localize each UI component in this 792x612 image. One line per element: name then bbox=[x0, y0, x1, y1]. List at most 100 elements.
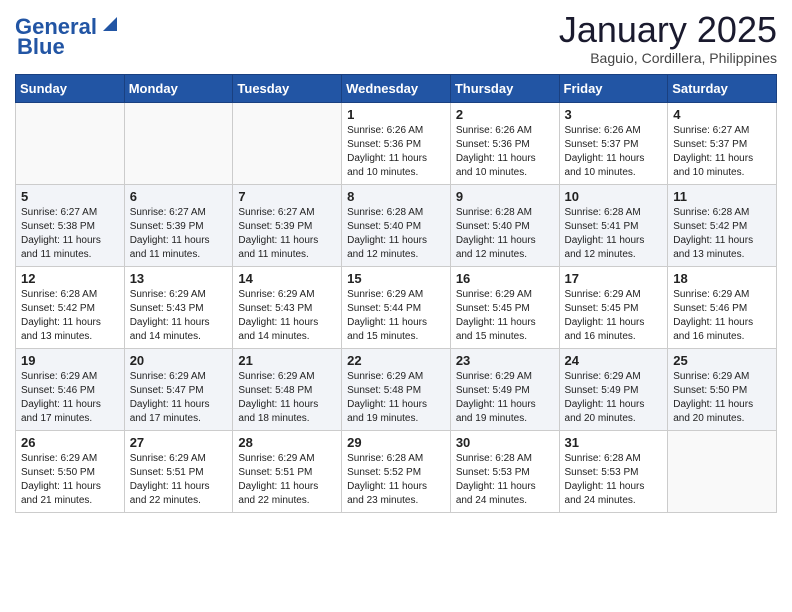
day-cell-7: 7Sunrise: 6:27 AM Sunset: 5:39 PM Daylig… bbox=[233, 184, 342, 266]
day-number: 6 bbox=[130, 189, 228, 204]
day-number: 2 bbox=[456, 107, 554, 122]
day-number: 25 bbox=[673, 353, 771, 368]
day-cell-17: 17Sunrise: 6:29 AM Sunset: 5:45 PM Dayli… bbox=[559, 266, 668, 348]
day-info: Sunrise: 6:28 AM Sunset: 5:40 PM Dayligh… bbox=[456, 206, 554, 262]
day-cell-19: 19 Sunrise: 6:29 AM Sunset: 5:46 PM Dayli… bbox=[16, 348, 125, 430]
day-cell-27: 27Sunrise: 6:29 AM Sunset: 5:51 PM Dayli… bbox=[124, 430, 233, 512]
day-cell-6: 6 Sunrise: 6:27 AM Sunset: 5:39 PM Daylig… bbox=[124, 184, 233, 266]
day-header-wednesday: Wednesday bbox=[342, 74, 451, 102]
calendar-week-4: 19 Sunrise: 6:29 AM Sunset: 5:46 PM Dayli… bbox=[16, 348, 777, 430]
day-number: 28 bbox=[238, 435, 336, 450]
day-info: Sunrise: 6:29 AM Sunset: 5:43 PM Dayligh… bbox=[238, 288, 336, 344]
day-cell-22: 22 Sunrise: 6:29 AM Sunset: 5:48 PM Dayli… bbox=[342, 348, 451, 430]
calendar-week-2: 5 Sunrise: 6:27 AM Sunset: 5:38 PM Daylig… bbox=[16, 184, 777, 266]
day-cell-3: 3 Sunrise: 6:26 AM Sunset: 5:37 PM Daylig… bbox=[559, 102, 668, 184]
day-number: 14 bbox=[238, 271, 336, 286]
day-number: 18 bbox=[673, 271, 771, 286]
day-info: Sunrise: 6:29 AM Sunset: 5:48 PM Dayligh… bbox=[238, 370, 336, 426]
calendar-week-3: 12 Sunrise: 6:28 AM Sunset: 5:42 PM Dayli… bbox=[16, 266, 777, 348]
day-cell-23: 23 Sunrise: 6:29 AM Sunset: 5:49 PM Dayli… bbox=[450, 348, 559, 430]
logo: General Blue bbox=[15, 15, 121, 59]
day-cell-29: 29 Sunrise: 6:28 AM Sunset: 5:52 PM Dayli… bbox=[342, 430, 451, 512]
day-info: Sunrise: 6:29 AM Sunset: 5:45 PM Dayligh… bbox=[565, 288, 663, 344]
day-info: Sunrise: 6:29 AM Sunset: 5:50 PM Dayligh… bbox=[673, 370, 771, 426]
day-number: 4 bbox=[673, 107, 771, 122]
calendar-header-row: SundayMondayTuesdayWednesdayThursdayFrid… bbox=[16, 74, 777, 102]
day-number: 30 bbox=[456, 435, 554, 450]
day-info: Sunrise: 6:29 AM Sunset: 5:47 PM Dayligh… bbox=[130, 370, 228, 426]
day-number: 8 bbox=[347, 189, 445, 204]
day-info: Sunrise: 6:28 AM Sunset: 5:41 PM Dayligh… bbox=[565, 206, 663, 262]
day-cell-12: 12 Sunrise: 6:28 AM Sunset: 5:42 PM Dayli… bbox=[16, 266, 125, 348]
day-number: 24 bbox=[565, 353, 663, 368]
day-info: Sunrise: 6:29 AM Sunset: 5:46 PM Dayligh… bbox=[21, 370, 119, 426]
day-cell-14: 14 Sunrise: 6:29 AM Sunset: 5:43 PM Dayli… bbox=[233, 266, 342, 348]
location: Baguio, Cordillera, Philippines bbox=[559, 50, 777, 66]
day-cell-5: 5 Sunrise: 6:27 AM Sunset: 5:38 PM Daylig… bbox=[16, 184, 125, 266]
day-info: Sunrise: 6:26 AM Sunset: 5:36 PM Dayligh… bbox=[347, 124, 445, 180]
day-cell-21: 21 Sunrise: 6:29 AM Sunset: 5:48 PM Dayli… bbox=[233, 348, 342, 430]
day-info: Sunrise: 6:28 AM Sunset: 5:53 PM Dayligh… bbox=[565, 452, 663, 508]
day-cell-31: 31 Sunrise: 6:28 AM Sunset: 5:53 PM Dayli… bbox=[559, 430, 668, 512]
day-number: 31 bbox=[565, 435, 663, 450]
empty-cell bbox=[668, 430, 777, 512]
day-info: Sunrise: 6:29 AM Sunset: 5:44 PM Dayligh… bbox=[347, 288, 445, 344]
day-number: 10 bbox=[565, 189, 663, 204]
day-cell-4: 4 Sunrise: 6:27 AM Sunset: 5:37 PM Daylig… bbox=[668, 102, 777, 184]
empty-cell bbox=[233, 102, 342, 184]
day-info: Sunrise: 6:29 AM Sunset: 5:50 PM Dayligh… bbox=[21, 452, 119, 508]
page-header: General Blue January 2025 Baguio, Cordil… bbox=[15, 10, 777, 66]
calendar-week-5: 26Sunrise: 6:29 AM Sunset: 5:50 PM Dayli… bbox=[16, 430, 777, 512]
day-info: Sunrise: 6:29 AM Sunset: 5:51 PM Dayligh… bbox=[238, 452, 336, 508]
day-info: Sunrise: 6:28 AM Sunset: 5:53 PM Dayligh… bbox=[456, 452, 554, 508]
day-cell-10: 10 Sunrise: 6:28 AM Sunset: 5:41 PM Dayli… bbox=[559, 184, 668, 266]
day-number: 22 bbox=[347, 353, 445, 368]
day-number: 21 bbox=[238, 353, 336, 368]
day-cell-11: 11 Sunrise: 6:28 AM Sunset: 5:42 PM Dayli… bbox=[668, 184, 777, 266]
day-number: 1 bbox=[347, 107, 445, 122]
day-number: 9 bbox=[456, 189, 554, 204]
day-number: 20 bbox=[130, 353, 228, 368]
day-header-sunday: Sunday bbox=[16, 74, 125, 102]
day-info: Sunrise: 6:29 AM Sunset: 5:49 PM Dayligh… bbox=[565, 370, 663, 426]
day-number: 12 bbox=[21, 271, 119, 286]
empty-cell bbox=[124, 102, 233, 184]
day-info: Sunrise: 6:28 AM Sunset: 5:52 PM Dayligh… bbox=[347, 452, 445, 508]
day-header-saturday: Saturday bbox=[668, 74, 777, 102]
day-number: 29 bbox=[347, 435, 445, 450]
day-info: Sunrise: 6:27 AM Sunset: 5:38 PM Dayligh… bbox=[21, 206, 119, 262]
day-info: Sunrise: 6:27 AM Sunset: 5:39 PM Dayligh… bbox=[238, 206, 336, 262]
empty-cell bbox=[16, 102, 125, 184]
day-info: Sunrise: 6:28 AM Sunset: 5:42 PM Dayligh… bbox=[21, 288, 119, 344]
day-cell-8: 8Sunrise: 6:28 AM Sunset: 5:40 PM Daylig… bbox=[342, 184, 451, 266]
day-info: Sunrise: 6:29 AM Sunset: 5:48 PM Dayligh… bbox=[347, 370, 445, 426]
day-number: 19 bbox=[21, 353, 119, 368]
day-header-thursday: Thursday bbox=[450, 74, 559, 102]
title-block: January 2025 Baguio, Cordillera, Philipp… bbox=[559, 10, 777, 66]
day-number: 3 bbox=[565, 107, 663, 122]
day-cell-30: 30 Sunrise: 6:28 AM Sunset: 5:53 PM Dayli… bbox=[450, 430, 559, 512]
day-number: 23 bbox=[456, 353, 554, 368]
day-number: 11 bbox=[673, 189, 771, 204]
day-number: 16 bbox=[456, 271, 554, 286]
day-cell-13: 13Sunrise: 6:29 AM Sunset: 5:43 PM Dayli… bbox=[124, 266, 233, 348]
day-cell-1: 1 Sunrise: 6:26 AM Sunset: 5:36 PM Daylig… bbox=[342, 102, 451, 184]
day-number: 5 bbox=[21, 189, 119, 204]
day-info: Sunrise: 6:28 AM Sunset: 5:42 PM Dayligh… bbox=[673, 206, 771, 262]
day-header-monday: Monday bbox=[124, 74, 233, 102]
logo-blue: Blue bbox=[17, 35, 65, 59]
day-info: Sunrise: 6:27 AM Sunset: 5:39 PM Dayligh… bbox=[130, 206, 228, 262]
day-cell-2: 2 Sunrise: 6:26 AM Sunset: 5:36 PM Daylig… bbox=[450, 102, 559, 184]
day-header-tuesday: Tuesday bbox=[233, 74, 342, 102]
day-info: Sunrise: 6:29 AM Sunset: 5:49 PM Dayligh… bbox=[456, 370, 554, 426]
day-cell-25: 25 Sunrise: 6:29 AM Sunset: 5:50 PM Dayli… bbox=[668, 348, 777, 430]
day-info: Sunrise: 6:27 AM Sunset: 5:37 PM Dayligh… bbox=[673, 124, 771, 180]
day-cell-18: 18Sunrise: 6:29 AM Sunset: 5:46 PM Dayli… bbox=[668, 266, 777, 348]
day-info: Sunrise: 6:29 AM Sunset: 5:45 PM Dayligh… bbox=[456, 288, 554, 344]
day-info: Sunrise: 6:26 AM Sunset: 5:36 PM Dayligh… bbox=[456, 124, 554, 180]
day-info: Sunrise: 6:26 AM Sunset: 5:37 PM Dayligh… bbox=[565, 124, 663, 180]
day-header-friday: Friday bbox=[559, 74, 668, 102]
day-number: 15 bbox=[347, 271, 445, 286]
calendar-table: SundayMondayTuesdayWednesdayThursdayFrid… bbox=[15, 74, 777, 513]
day-cell-26: 26Sunrise: 6:29 AM Sunset: 5:50 PM Dayli… bbox=[16, 430, 125, 512]
